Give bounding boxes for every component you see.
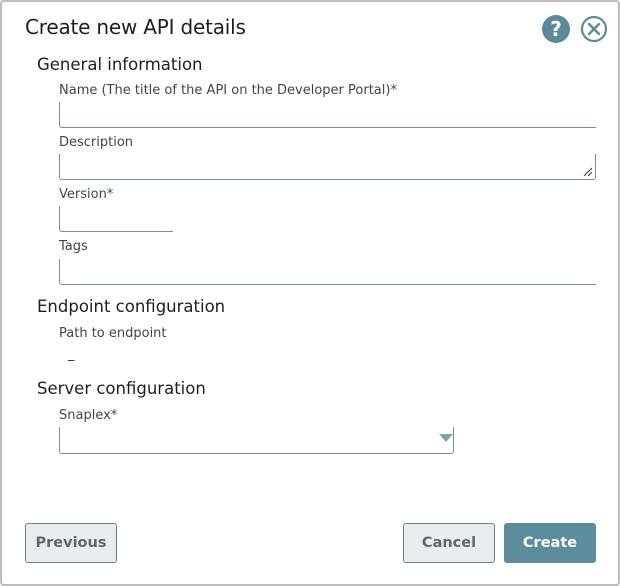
tags-input[interactable] [59,259,596,285]
description-textarea[interactable] [59,154,596,180]
create-button[interactable]: Create [504,523,596,563]
create-api-dialog: Create new API details ? General informa… [0,0,620,586]
path-value: _ [68,347,75,362]
name-label: Name (The title of the API on the Develo… [59,83,397,98]
snaplex-select[interactable] [59,427,454,454]
close-icon[interactable] [580,15,608,43]
path-label: Path to endpoint [59,326,167,341]
name-input[interactable] [59,102,596,128]
snaplex-label: Snaplex* [59,408,118,423]
chevron-down-icon [439,434,453,442]
tags-label: Tags [59,239,88,254]
section-title-server: Server configuration [37,379,206,398]
description-label: Description [59,135,134,150]
cancel-button[interactable]: Cancel [403,523,495,563]
section-title-endpoint: Endpoint configuration [37,297,226,316]
resize-handle-icon[interactable] [583,167,593,177]
section-title-general: General information [37,55,203,74]
previous-button[interactable]: Previous [25,523,117,563]
dialog-title: Create new API details [25,15,246,39]
version-input[interactable] [59,206,173,232]
version-label: Version* [59,187,114,202]
help-icon[interactable]: ? [542,15,570,43]
